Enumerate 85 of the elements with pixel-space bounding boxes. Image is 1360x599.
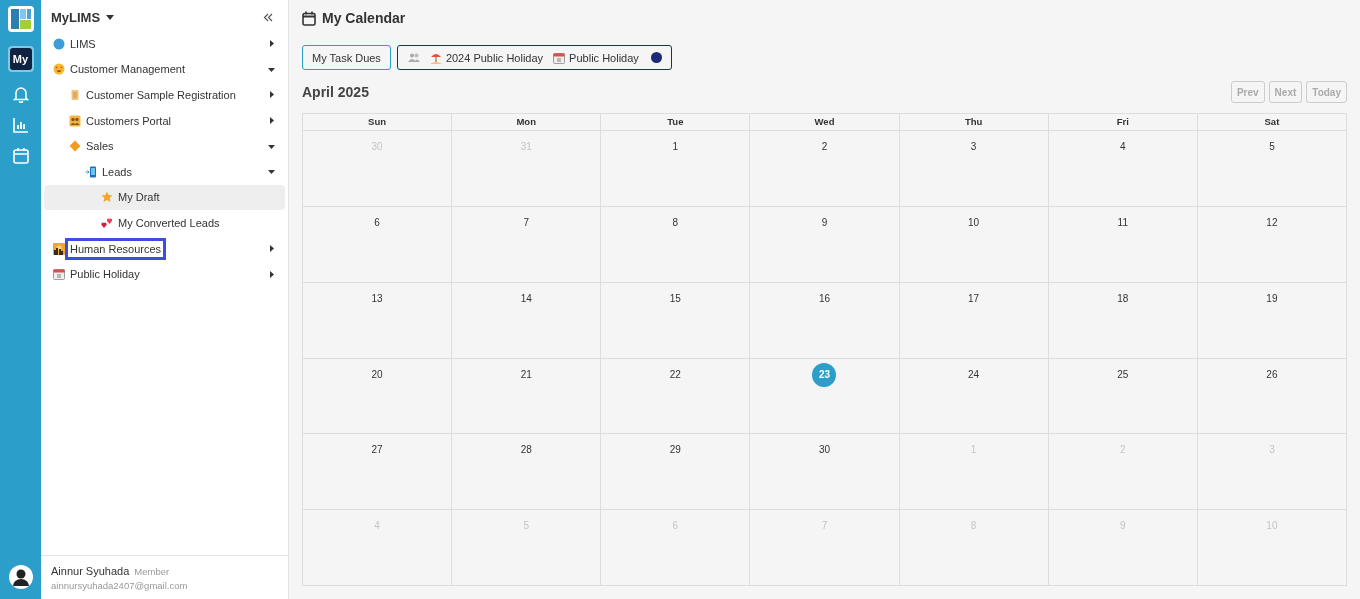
weekday-header: Mon xyxy=(452,114,602,131)
day-number[interactable]: 4 xyxy=(1120,141,1126,152)
calendar-icon xyxy=(553,51,566,64)
caret-icon xyxy=(106,15,115,20)
beach-umbrella-icon xyxy=(429,51,442,64)
day-number[interactable]: 2 xyxy=(821,141,828,152)
day-number[interactable]: 1 xyxy=(672,141,679,152)
hearts-icon xyxy=(101,216,113,229)
caret-icon xyxy=(268,91,275,99)
menu-item[interactable]: My Draft xyxy=(44,184,285,211)
caret-icon xyxy=(268,270,275,278)
user-avatar-icon[interactable] xyxy=(8,565,33,589)
menu-item[interactable]: LIMS xyxy=(44,31,285,57)
month-title: April 2025 xyxy=(302,84,369,100)
day-number[interactable]: 25 xyxy=(1117,368,1129,380)
day-number[interactable]: 9 xyxy=(821,216,828,228)
day-number[interactable]: 29 xyxy=(669,444,681,456)
day-number[interactable]: 6 xyxy=(374,216,380,228)
people-icon xyxy=(69,114,81,127)
menu-item[interactable]: Leads xyxy=(44,158,285,185)
legend-label: 2024 Public Holiday xyxy=(445,51,544,64)
day-number[interactable]: 19 xyxy=(1266,292,1278,304)
calendar-icon xyxy=(302,10,316,26)
weekday-header: Tue xyxy=(601,114,751,131)
weekday-header: Wed xyxy=(750,114,900,131)
caret-icon xyxy=(268,65,275,73)
day-number[interactable]: 26 xyxy=(1266,368,1278,380)
day-number[interactable]: 10 xyxy=(968,216,980,228)
day-number[interactable]: 30 xyxy=(818,444,831,456)
day-number[interactable]: 14 xyxy=(520,292,532,304)
calendar-icon[interactable] xyxy=(12,147,29,164)
app-logo-icon[interactable] xyxy=(7,6,34,32)
day-number[interactable]: 27 xyxy=(371,444,383,456)
day-number[interactable]: 21 xyxy=(520,368,532,380)
day-number[interactable]: 3 xyxy=(970,141,977,152)
menu-item[interactable]: Customer Sample Registration xyxy=(44,82,285,108)
day-number[interactable]: 17 xyxy=(968,292,980,304)
day-number[interactable]: 28 xyxy=(520,444,532,456)
user-role: Member xyxy=(134,566,170,577)
legend-label: Public Holiday xyxy=(569,51,639,64)
bar-chart-icon[interactable] xyxy=(12,117,29,133)
day-number[interactable]: 20 xyxy=(371,368,383,380)
city-icon xyxy=(53,242,65,255)
page-title: My Calendar xyxy=(322,10,406,26)
day-number[interactable]: 18 xyxy=(1117,292,1129,304)
day-number[interactable]: 13 xyxy=(371,292,383,304)
collapse-sidebar-icon[interactable] xyxy=(263,13,273,22)
star-icon xyxy=(101,191,113,204)
weekday-header: Sun xyxy=(303,114,453,131)
weekday-header: Thu xyxy=(899,114,1049,131)
my-workspace-button[interactable]: My xyxy=(9,48,32,70)
day-number[interactable]: 16 xyxy=(818,292,831,304)
menu-item[interactable]: Human Resources xyxy=(44,235,285,262)
people-icon xyxy=(407,53,420,62)
calendar-icon xyxy=(53,268,65,281)
day-number[interactable]: 12 xyxy=(1266,216,1278,228)
caret-icon xyxy=(268,40,275,48)
menu-item[interactable]: Customers Portal xyxy=(44,107,285,134)
day-number[interactable]: 22 xyxy=(669,368,681,380)
caret-icon xyxy=(268,117,275,125)
caret-icon xyxy=(268,142,275,150)
day-number[interactable]: 15 xyxy=(669,292,681,304)
diamond-icon xyxy=(69,140,81,153)
day-number[interactable]: 8 xyxy=(672,216,679,228)
globe-icon xyxy=(53,37,65,50)
menu-item[interactable]: Public Holiday xyxy=(44,261,285,287)
menu-item[interactable]: My Converted Leads xyxy=(44,210,285,236)
weekday-header: Fri xyxy=(1048,114,1198,131)
scroll-icon xyxy=(69,89,81,101)
menu-item[interactable]: Sales xyxy=(44,133,285,159)
user-name: Ainnur Syuhada xyxy=(51,565,130,577)
menu-item[interactable]: Customer Management xyxy=(44,56,285,83)
phone-icon xyxy=(85,165,97,178)
smiley-icon xyxy=(53,63,65,76)
day-number[interactable]: 5 xyxy=(1269,141,1275,152)
day-number[interactable]: 11 xyxy=(1117,216,1128,228)
task-dues-button[interactable]: My Task Dues xyxy=(302,45,391,70)
caret-icon xyxy=(268,245,275,253)
day-number[interactable]: 24 xyxy=(968,368,980,380)
user-email: ainnursyuhada2407@gmail.com xyxy=(51,580,189,591)
bell-icon[interactable] xyxy=(12,86,29,103)
day-number[interactable]: 7 xyxy=(523,216,529,228)
app-switcher[interactable]: MyLIMS xyxy=(51,10,115,25)
weekday-header: Sat xyxy=(1197,114,1347,131)
caret-icon xyxy=(268,168,275,176)
